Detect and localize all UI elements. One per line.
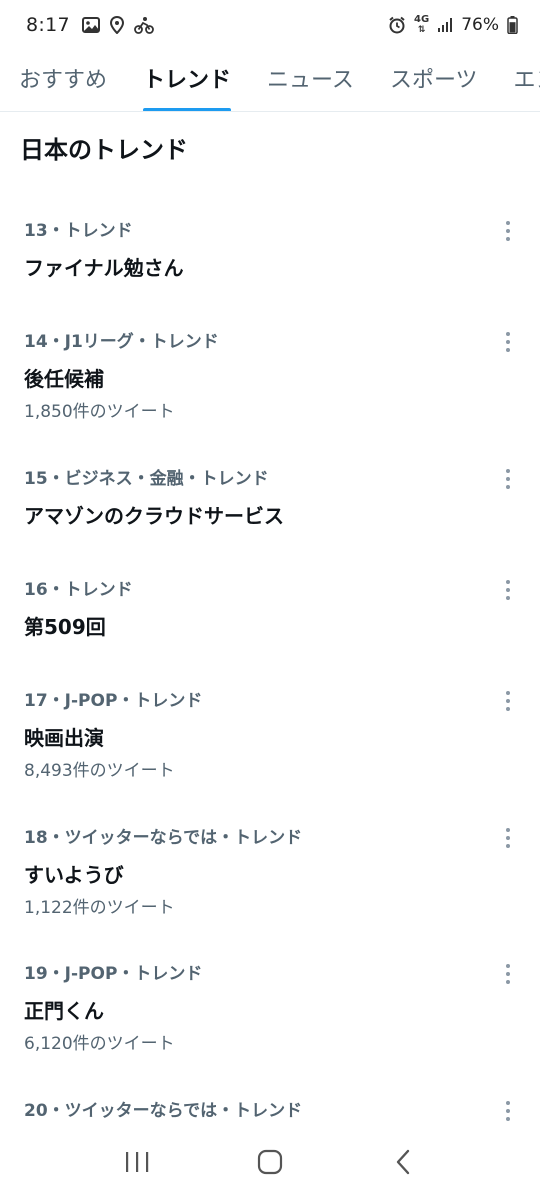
status-bar: 8:17 4G ⇅ 76% xyxy=(0,0,540,50)
trend-title: 第509回 xyxy=(24,615,106,639)
trend-title: 映画出演 xyxy=(24,726,104,750)
trend-meta: 20・ツイッターならでは・トレンド xyxy=(24,1101,303,1121)
more-options-icon[interactable] xyxy=(498,219,518,243)
signal-icon xyxy=(437,17,453,33)
trend-meta: 16・トレンド xyxy=(24,580,133,600)
alarm-icon xyxy=(388,16,406,34)
more-options-icon[interactable] xyxy=(498,330,518,354)
trend-meta: 13・トレンド xyxy=(24,221,133,241)
more-options-icon[interactable] xyxy=(498,689,518,713)
status-right: 4G ⇅ 76% xyxy=(388,15,518,35)
trend-meta: 15・ビジネス・金融・トレンド xyxy=(24,469,269,489)
tab-sports[interactable]: スポーツ xyxy=(389,50,478,111)
trend-item[interactable]: 17・J-POP・トレンド 映画出演 8,493件のツイート xyxy=(0,689,540,783)
trend-title: ファイナル勉さん xyxy=(24,256,184,280)
trend-item[interactable]: 15・ビジネス・金融・トレンド アマゾンのクラウドサービス xyxy=(0,467,540,531)
status-time: 8:17 xyxy=(26,14,70,36)
trend-title: アマゾンのクラウドサービス xyxy=(24,504,284,528)
trend-tweet-count: 6,120件のツイート xyxy=(24,1034,175,1054)
trend-title: すいようび xyxy=(24,863,124,887)
tab-entertainment[interactable]: エンタメ xyxy=(513,50,540,111)
tab-recommended[interactable]: おすすめ xyxy=(19,50,108,111)
image-icon xyxy=(81,17,100,33)
battery-icon xyxy=(507,16,518,34)
network-4g-icon: 4G ⇅ xyxy=(414,14,430,36)
trend-title: 正門くん xyxy=(24,999,104,1023)
trend-item[interactable]: 19・J-POP・トレンド 正門くん 6,120件のツイート xyxy=(0,962,540,1056)
recent-apps-icon[interactable] xyxy=(107,1137,167,1187)
tab-label: おすすめ xyxy=(19,68,108,93)
status-left-icons xyxy=(81,16,154,34)
page-title: 日本のトレンド xyxy=(20,136,188,164)
cycling-icon xyxy=(133,16,154,34)
system-nav-bar xyxy=(0,1125,540,1199)
trend-tweet-count: 1,122件のツイート xyxy=(24,898,175,918)
network-4g-label: 4G xyxy=(414,14,430,25)
trend-meta: 19・J-POP・トレンド xyxy=(24,964,203,984)
trend-meta: 18・ツイッターならでは・トレンド xyxy=(24,828,303,848)
tab-label: エンタメ xyxy=(513,68,540,93)
trend-item[interactable]: 13・トレンド ファイナル勉さん xyxy=(0,219,540,283)
back-icon[interactable] xyxy=(373,1137,433,1187)
trend-meta: 17・J-POP・トレンド xyxy=(24,691,203,711)
trend-item[interactable]: 20・ツイッターならでは・トレンド xyxy=(0,1099,540,1123)
tab-label: スポーツ xyxy=(389,68,478,93)
trend-item[interactable]: 14・J1リーグ・トレンド 後任候補 1,850件のツイート xyxy=(0,330,540,424)
more-options-icon[interactable] xyxy=(498,1099,518,1123)
more-options-icon[interactable] xyxy=(498,467,518,491)
trend-item[interactable]: 16・トレンド 第509回 xyxy=(0,578,540,642)
tab-label: トレンド xyxy=(143,68,232,93)
home-icon[interactable] xyxy=(240,1137,300,1187)
trend-tweet-count: 1,850件のツイート xyxy=(24,402,175,422)
trend-title: 後任候補 xyxy=(24,367,104,391)
trend-item[interactable]: 18・ツイッターならでは・トレンド すいようび 1,122件のツイート xyxy=(0,826,540,920)
trend-tweet-count: 8,493件のツイート xyxy=(24,761,175,781)
more-options-icon[interactable] xyxy=(498,578,518,602)
location-icon xyxy=(109,16,124,34)
battery-percent: 76% xyxy=(461,15,499,35)
tab-label: ニュース xyxy=(267,68,354,93)
tab-bar: おすすめ トレンド ニュース スポーツ エンタメ xyxy=(0,50,540,112)
more-options-icon[interactable] xyxy=(498,826,518,850)
tab-trends[interactable]: トレンド xyxy=(143,50,232,111)
tab-news[interactable]: ニュース xyxy=(267,50,354,111)
more-options-icon[interactable] xyxy=(498,962,518,986)
trend-meta: 14・J1リーグ・トレンド xyxy=(24,332,219,352)
